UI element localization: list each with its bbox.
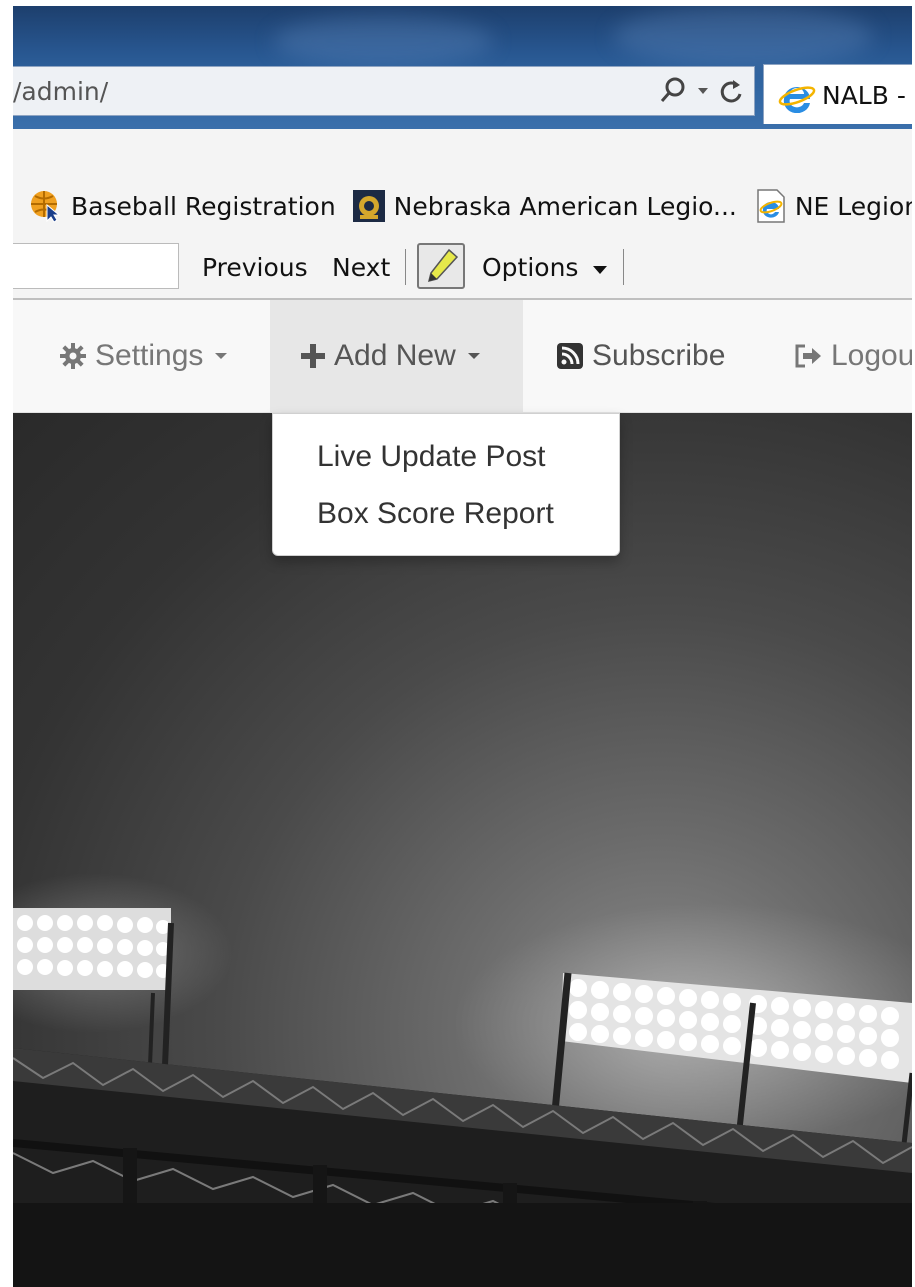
nav-logout-label: Logou [831,339,912,372]
menu-item-box-score-report[interactable]: Box Score Report [317,497,554,531]
find-next-button[interactable]: Next [332,253,390,282]
nav-logout-link[interactable]: Logou [793,300,912,412]
ie-page-icon [757,189,785,223]
caret-down-icon [467,353,480,359]
globe-pointer-icon [31,191,61,223]
sign-out-icon [795,344,821,368]
nav-settings-dropdown[interactable]: Settings [59,300,228,412]
caret-down-icon [593,266,608,274]
divider [623,249,624,285]
plus-icon [301,344,325,368]
favorite-ne-legion[interactable]: NE Legion [753,189,912,223]
browser-title-bar: /admin/ NALB - / [13,6,912,129]
browser-toolbars: Baseball Registration Nebraska American … [13,129,912,299]
add-new-dropdown-menu: Live Update Post Box Score Report [272,413,620,556]
dropdown-arrow-icon[interactable] [696,76,710,106]
legion-emblem-icon [352,190,385,222]
highlight-button[interactable] [417,243,465,289]
favorite-nebraska-american-legion[interactable]: Nebraska American Legio... [352,189,737,223]
menu-item-live-update-post[interactable]: Live Update Post [317,440,545,474]
tab-title: NALB - / [822,81,912,110]
browser-tab[interactable]: NALB - / [763,64,912,124]
find-options-label: Options [482,253,579,282]
favorite-baseball-registration[interactable]: Baseball Registration [29,189,336,223]
refresh-icon[interactable] [718,76,744,106]
favorite-label: NE Legion [794,191,912,221]
caret-down-icon [215,353,228,359]
address-bar[interactable]: /admin/ [13,66,755,116]
find-previous-button[interactable]: Previous [202,253,308,282]
ie-logo-icon [778,86,816,113]
site-navbar: Settings Add New Subscribe Logou [13,300,912,413]
divider [405,249,406,285]
browser-window: /admin/ NALB - / Baseball Registration N… [13,6,912,1287]
highlighter-pen-icon [427,248,459,283]
favorite-label: Baseball Registration [71,191,336,221]
nav-settings-label: Settings [95,339,204,372]
address-text: /admin/ [13,77,109,106]
nav-add-new-dropdown[interactable]: Add New [270,300,523,412]
nav-subscribe-label: Subscribe [592,339,726,372]
find-input[interactable] [13,243,179,289]
find-bar: Previous Next Options [13,239,912,293]
favorite-label: Nebraska American Legio... [393,191,737,221]
search-icon[interactable] [658,76,688,106]
gear-icon [60,343,86,369]
favorites-bar: Baseball Registration Nebraska American … [13,184,912,228]
nav-add-new-label: Add New [334,339,456,372]
nav-subscribe-link[interactable]: Subscribe [556,300,725,412]
find-options-button[interactable]: Options [482,253,608,282]
rss-icon [557,343,583,369]
